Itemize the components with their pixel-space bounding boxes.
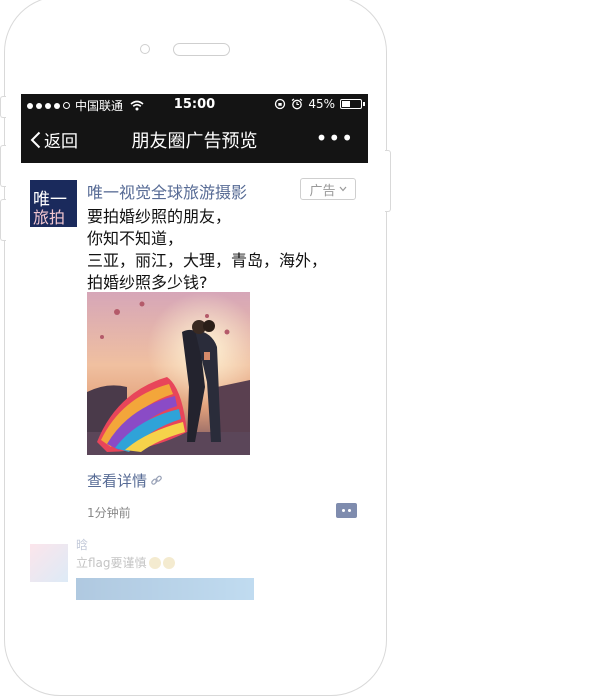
phone-screen: 中国联通 15:00 45% 返回 朋友圈广告预览 ••• 唯一 旅拍 唯一视觉… — [21, 94, 368, 600]
chevron-down-icon — [339, 186, 346, 192]
view-details-label: 查看详情 — [87, 472, 148, 490]
earpiece-speaker — [173, 43, 230, 56]
next-post-faded: 晗 立flag要谨慎 — [21, 526, 368, 600]
comment-dot — [342, 509, 345, 512]
battery-icon — [340, 99, 365, 109]
next-post-image — [76, 578, 254, 600]
ad-photo[interactable] — [87, 292, 250, 455]
comment-button[interactable] — [336, 503, 357, 518]
battery-percent: 45% — [308, 97, 335, 111]
avatar-text-line2: 旅拍 — [33, 208, 66, 227]
advertiser-name[interactable]: 唯一视觉全球旅游摄影 — [87, 179, 247, 203]
status-right: 45% — [274, 97, 365, 111]
next-post-avatar — [30, 544, 68, 582]
next-post-text-label: 立flag要谨慎 — [76, 556, 147, 570]
more-button[interactable]: ••• — [316, 126, 354, 150]
nav-bar: 返回 朋友圈广告预览 ••• — [21, 115, 368, 163]
volume-down-button — [0, 199, 6, 241]
mute-switch — [0, 96, 6, 118]
emoji-icon — [162, 556, 175, 569]
view-details-link[interactable]: 查看详情 — [87, 470, 163, 491]
advertiser-avatar[interactable]: 唯一 旅拍 — [30, 180, 77, 227]
post-text-line: 你知不知道， — [87, 229, 184, 248]
rotation-lock-icon — [275, 98, 286, 110]
next-post-text: 立flag要谨慎 — [76, 554, 175, 571]
front-camera — [140, 44, 150, 54]
alarm-icon — [291, 98, 303, 110]
ad-label-button[interactable]: 广告 — [300, 178, 356, 200]
comment-dot — [348, 509, 351, 512]
link-icon — [151, 475, 162, 485]
next-post-name: 晗 — [76, 538, 89, 552]
post-text-line: 拍婚纱照多少钱? — [87, 273, 208, 292]
emoji-icon — [148, 556, 161, 569]
status-bar: 中国联通 15:00 45% — [21, 94, 368, 115]
power-button — [385, 150, 391, 212]
volume-up-button — [0, 145, 6, 187]
post-time: 1分钟前 — [87, 506, 131, 520]
wedding-photo-image — [87, 292, 250, 455]
post-text-line: 三亚，丽江，大理，青岛，海外， — [87, 251, 328, 270]
post-text-line: 要拍婚纱照的朋友， — [87, 207, 232, 226]
ad-label: 广告 — [309, 183, 336, 199]
post-text: 要拍婚纱照的朋友， 你知不知道， 三亚，丽江，大理，青岛，海外， 拍婚纱照多少钱… — [87, 206, 327, 294]
